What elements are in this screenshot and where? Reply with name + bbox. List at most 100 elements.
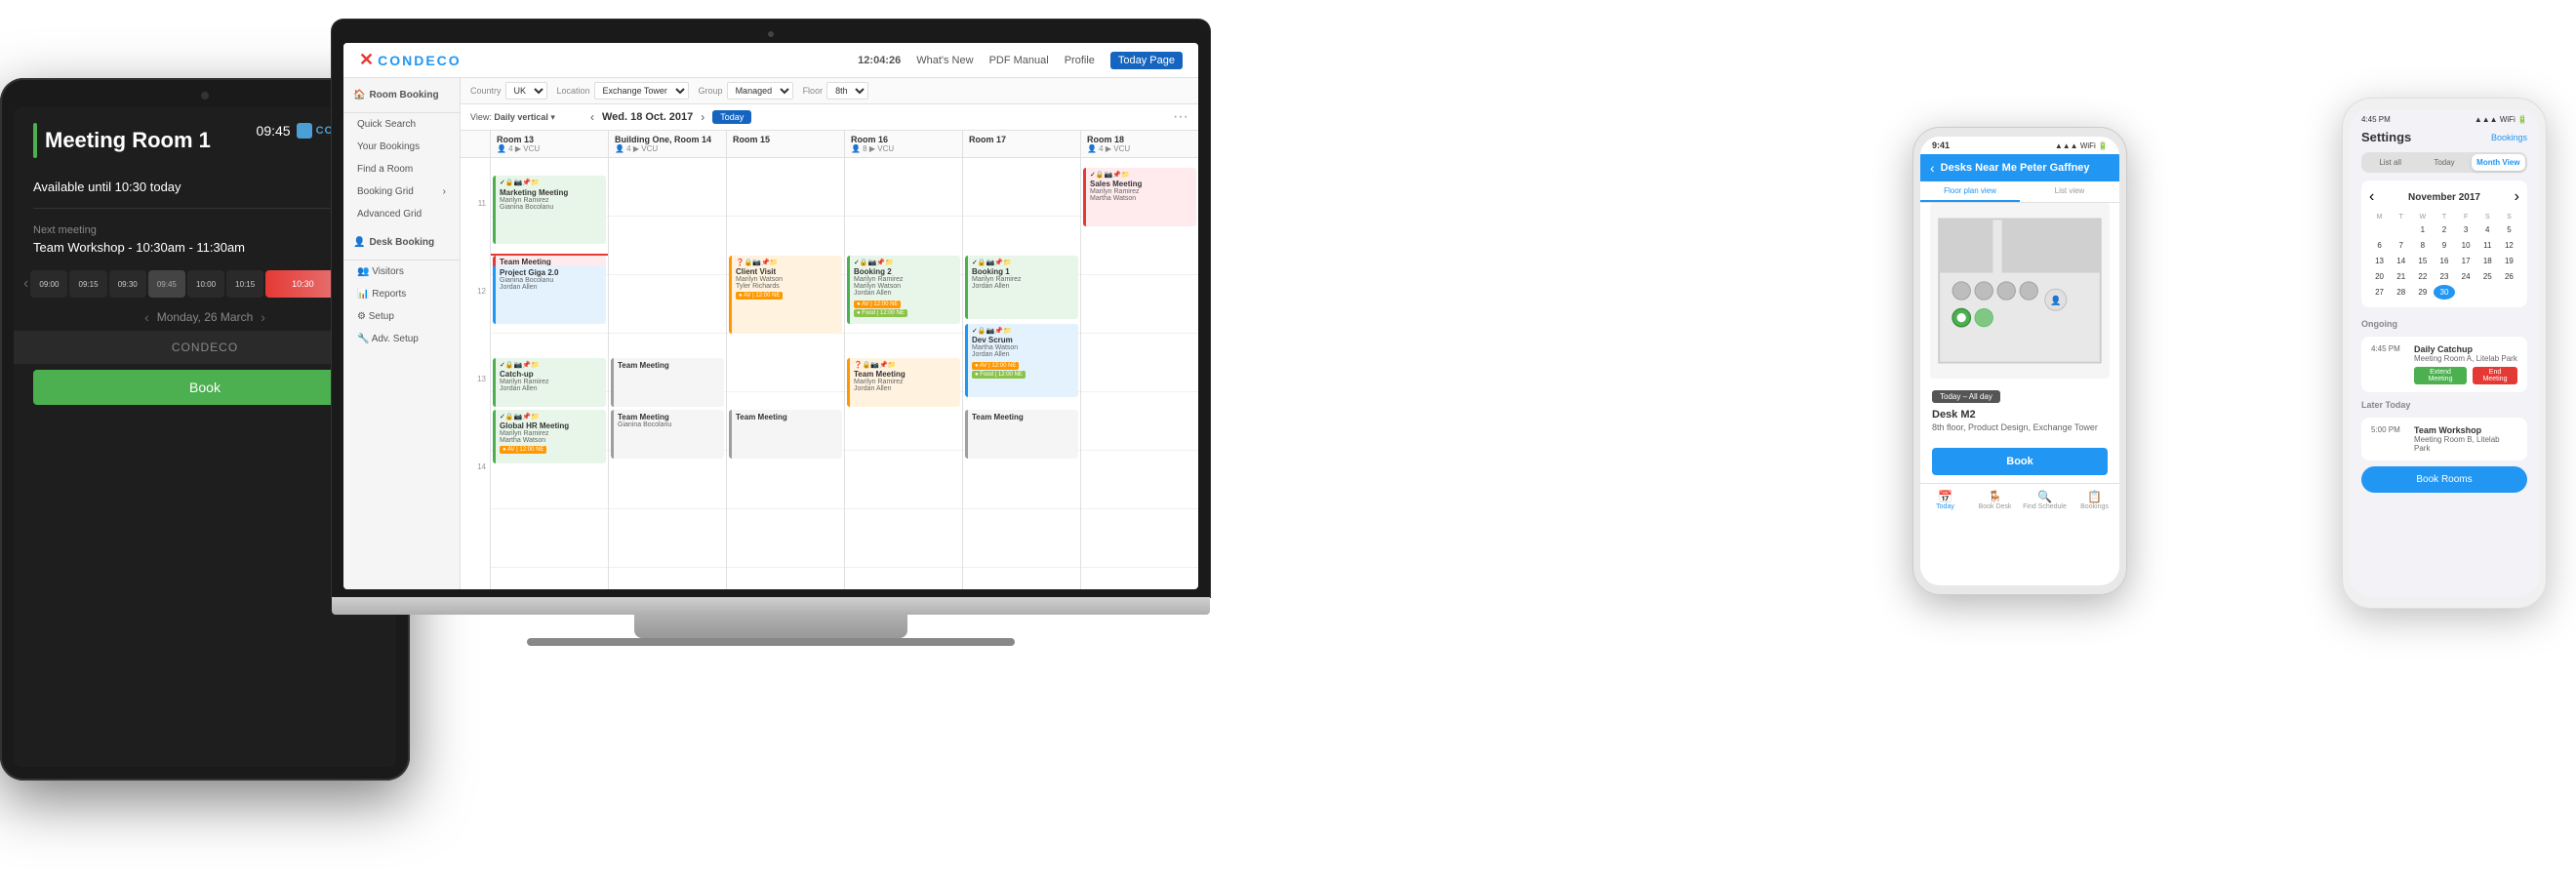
extend-meeting-btn[interactable]: Extend Meeting	[2414, 367, 2467, 384]
event-team-meeting-14b[interactable]: Team Meeting Gianina Bocolanu	[611, 410, 724, 459]
phone2-bookings-link[interactable]: Bookings	[2491, 133, 2527, 142]
phone2-cal-prev[interactable]: ‹	[2369, 188, 2374, 206]
event-sales-meeting[interactable]: ✓🔒📷📌📁 Sales Meeting Marilyn Ramirez Mart…	[1083, 168, 1196, 226]
cal-day-12[interactable]: 11	[2477, 238, 2498, 253]
event-booking-2[interactable]: ✓🔒📷📌📁 Booking 2 Marilyn Ramirez Marilyn …	[847, 256, 960, 324]
event-team-meeting-17[interactable]: Team Meeting	[965, 410, 1078, 459]
cal-day-4[interactable]: 3	[2456, 222, 2476, 237]
your-bookings-item[interactable]: Your Bookings	[343, 136, 460, 158]
event-marketing-meeting[interactable]: ✓🔒📷📌📁 Marketing Meeting Marilyn Ramirez …	[493, 176, 606, 244]
today-page-nav[interactable]: Today Page	[1110, 52, 1183, 69]
floor-plan-tab[interactable]: Floor plan view	[1920, 181, 2020, 202]
seg-today[interactable]: Today	[2417, 154, 2471, 171]
event-team-meeting-14[interactable]: Team Meeting	[611, 358, 724, 407]
cal-day-17[interactable]: 16	[2434, 254, 2454, 268]
desk-circle-2[interactable]	[1975, 282, 1992, 300]
list-view-tab[interactable]: List view	[2020, 181, 2119, 202]
profile-nav[interactable]: Profile	[1065, 55, 1095, 66]
pdf-manual-nav[interactable]: PDF Manual	[989, 55, 1049, 66]
desk-circle-available[interactable]	[1975, 308, 1992, 326]
phone1-nav-book-desk[interactable]: 🪑 Book Desk	[1970, 490, 2020, 510]
cal-day-20[interactable]: 19	[2499, 254, 2519, 268]
quick-search-item[interactable]: Quick Search	[343, 113, 460, 136]
whats-new-nav[interactable]: What's New	[916, 55, 973, 66]
setup-item[interactable]: ⚙ Setup	[343, 305, 460, 328]
tablet-book-button[interactable]: Book	[33, 370, 377, 405]
phone1-nav-find-schedule[interactable]: 🔍 Find Schedule	[2020, 490, 2070, 510]
timeline-slot-0915[interactable]: 09:15	[69, 270, 106, 298]
booking-grid-item[interactable]: Booking Grid ›	[343, 180, 460, 203]
desk-circle-1[interactable]	[1952, 282, 1970, 300]
cal-prev-arrow[interactable]: ‹	[590, 110, 594, 124]
cal-day-6[interactable]: 5	[2499, 222, 2519, 237]
timeline-slot-0945[interactable]: 09:45	[148, 270, 185, 298]
country-select[interactable]: UK	[505, 82, 547, 100]
cal-day-5[interactable]: 4	[2477, 222, 2498, 237]
event-team-meeting-15[interactable]: Team Meeting	[729, 410, 842, 459]
timeline-slot-1015[interactable]: 10:15	[226, 270, 263, 298]
location-select[interactable]: Exchange Tower	[594, 82, 689, 100]
event-client-visit[interactable]: ❓🔒📷📌📁 Client Visit Marilyn Watson Tyler …	[729, 256, 842, 334]
desk-circle-3[interactable]	[1997, 282, 2015, 300]
cal-day-10[interactable]: 9	[2434, 238, 2454, 253]
phone2-book-rooms-button[interactable]: Book Rooms	[2361, 466, 2527, 493]
cal-day-27[interactable]: 26	[2499, 269, 2519, 284]
phone1-nav-today[interactable]: 📅 Today	[1920, 490, 1970, 510]
cal-day-18[interactable]: 17	[2456, 254, 2476, 268]
event-project-giga[interactable]: Project Giga 2.0 Gianina Bocolanu Jordan…	[493, 265, 606, 324]
room-col-14[interactable]: Team Meeting Team Meeting Gianina Bocola…	[608, 158, 726, 589]
cal-more-menu[interactable]: ···	[1173, 108, 1188, 126]
timeline-slot-0930[interactable]: 09:30	[109, 270, 146, 298]
cal-day-19[interactable]: 18	[2477, 254, 2498, 268]
phone1-book-button[interactable]: Book	[1932, 448, 2108, 475]
cal-day-8[interactable]: 7	[2391, 238, 2411, 253]
cal-day-11[interactable]: 10	[2456, 238, 2476, 253]
cal-day-26[interactable]: 25	[2477, 269, 2498, 284]
cal-day-2[interactable]: 1	[2412, 222, 2433, 237]
reports-item[interactable]: 📊 Reports	[343, 283, 460, 305]
cal-day-3[interactable]: 2	[2434, 222, 2454, 237]
cal-day-16[interactable]: 15	[2412, 254, 2433, 268]
group-select[interactable]: Managed	[727, 82, 793, 100]
event-team-meeting-16[interactable]: ❓🔒📷📌📁 Team Meeting Marilyn Ramirez Jorda…	[847, 358, 960, 407]
cal-day-14[interactable]: 13	[2369, 254, 2390, 268]
visitors-item[interactable]: 👥 Visitors	[343, 261, 460, 283]
cal-day-7[interactable]: 6	[2369, 238, 2390, 253]
event-global-hr[interactable]: ✓🔒📷📌📁 Global HR Meeting Marilyn Ramirez …	[493, 410, 606, 463]
phone2-cal-next[interactable]: ›	[2515, 188, 2519, 206]
room-col-16[interactable]: ✓🔒📷📌📁 Booking 2 Marilyn Ramirez Marilyn …	[844, 158, 962, 589]
seg-month-view[interactable]: Month View	[2472, 154, 2525, 171]
cal-next-arrow[interactable]: ›	[701, 110, 704, 124]
cal-day-24[interactable]: 23	[2434, 269, 2454, 284]
tablet-date-next[interactable]: ›	[261, 309, 265, 325]
floor-select[interactable]: 8th	[826, 82, 868, 100]
event-dev-scrum[interactable]: ✓🔒📷📌📁 Dev Scrum Martha Watson Jordan All…	[965, 324, 1078, 397]
cal-day-30[interactable]: 29	[2412, 285, 2433, 300]
phone1-back-button[interactable]: ‹	[1930, 160, 1935, 176]
cal-day-22[interactable]: 21	[2391, 269, 2411, 284]
cal-today-button[interactable]: Today	[712, 110, 751, 124]
phone1-nav-bookings[interactable]: 📋 Bookings	[2070, 490, 2119, 510]
room-col-18[interactable]: ✓🔒📷📌📁 Sales Meeting Marilyn Ramirez Mart…	[1080, 158, 1198, 589]
seg-list-all[interactable]: List all	[2363, 154, 2417, 171]
room-col-17[interactable]: ✓🔒📷📌📁 Booking 1 Marilyn Ramirez Jordan A…	[962, 158, 1080, 589]
cal-day-13[interactable]: 12	[2499, 238, 2519, 253]
tablet-date-prev[interactable]: ‹	[144, 309, 149, 325]
event-catchup[interactable]: ✓🔒📷📌📁 Catch-up Marilyn Ramirez Jordan Al…	[493, 358, 606, 407]
cal-day-29[interactable]: 28	[2391, 285, 2411, 300]
end-meeting-btn[interactable]: End Meeting	[2473, 367, 2517, 384]
cal-day-9[interactable]: 8	[2412, 238, 2433, 253]
room-col-13[interactable]: ✓🔒📷📌📁 Marketing Meeting Marilyn Ramirez …	[490, 158, 608, 589]
cal-day-31[interactable]: 30	[2434, 285, 2454, 300]
cal-day-21[interactable]: 20	[2369, 269, 2390, 284]
find-room-item[interactable]: Find a Room	[343, 158, 460, 180]
timeline-slot-0900[interactable]: 09:00	[30, 270, 67, 298]
desk-circle-4[interactable]	[2020, 282, 2037, 300]
adv-setup-item[interactable]: 🔧 Adv. Setup	[343, 328, 460, 350]
cal-day-28[interactable]: 27	[2369, 285, 2390, 300]
event-booking-1[interactable]: ✓🔒📷📌📁 Booking 1 Marilyn Ramirez Jordan A…	[965, 256, 1078, 319]
cal-day-15[interactable]: 14	[2391, 254, 2411, 268]
advanced-grid-item[interactable]: Advanced Grid	[343, 203, 460, 225]
cal-day-25[interactable]: 24	[2456, 269, 2476, 284]
timeline-slot-1000[interactable]: 10:00	[187, 270, 224, 298]
